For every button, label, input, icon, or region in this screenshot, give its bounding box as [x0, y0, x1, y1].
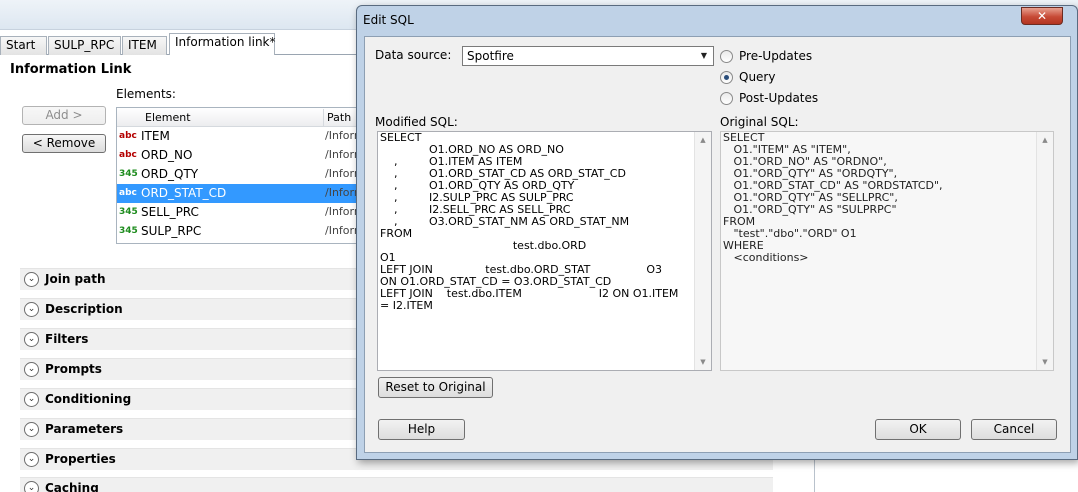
radio-checked-icon[interactable]: [720, 71, 733, 84]
chevron-down-icon[interactable]: ⌄: [24, 272, 39, 287]
element-column-header[interactable]: Element: [145, 111, 191, 124]
original-sql-text: SELECT O1."ITEM" AS "ITEM", O1."ORD_NO" …: [723, 131, 943, 264]
chevron-down-icon[interactable]: ⌄: [24, 452, 39, 467]
list-item[interactable]: abc ORD_NO /Inform: [117, 146, 365, 165]
section-label: Properties: [45, 452, 116, 466]
section-label: Conditioning: [45, 392, 132, 406]
section-label: Prompts: [45, 362, 102, 376]
element-name: ITEM: [141, 129, 170, 143]
radio-label: Pre-Updates: [739, 49, 813, 63]
elements-label: Elements:: [116, 87, 176, 101]
modified-sql-text[interactable]: SELECT O1.ORD_NO AS ORD_NO , O1.ITEM AS …: [380, 132, 678, 312]
section-caching[interactable]: ⌄ Caching: [20, 477, 773, 492]
section-label: Description: [45, 302, 123, 316]
list-item-selected[interactable]: abc ORD_STAT_CD /Inform: [117, 184, 365, 203]
radio-post-updates[interactable]: Post-Updates: [720, 91, 920, 107]
scrollbar[interactable]: ▲ ▼: [1036, 132, 1053, 370]
string-type-icon: abc: [119, 188, 137, 198]
modified-sql-label: Modified SQL:: [375, 115, 458, 129]
reset-to-original-button[interactable]: Reset to Original: [378, 377, 493, 398]
scroll-up-icon[interactable]: ▲: [1037, 133, 1053, 147]
element-name: SULP_RPC: [141, 224, 202, 238]
edit-sql-dialog: Edit SQL ✕ Data source: Spotfire ▼ Pre-U…: [356, 5, 1078, 460]
tab-item[interactable]: ITEM: [122, 36, 167, 55]
section-label: Join path: [45, 272, 106, 286]
element-name: SELL_PRC: [141, 205, 199, 219]
chevron-down-icon[interactable]: ⌄: [24, 302, 39, 317]
scroll-down-icon[interactable]: ▼: [695, 355, 711, 369]
tab-information-link[interactable]: Information link*: [169, 33, 276, 55]
radio-pre-updates[interactable]: Pre-Updates: [720, 49, 920, 65]
scrollbar[interactable]: ▲ ▼: [694, 132, 711, 370]
chevron-down-icon[interactable]: ⌄: [24, 362, 39, 377]
list-item[interactable]: 345 SELL_PRC /Inform: [117, 203, 365, 222]
original-sql-label: Original SQL:: [720, 115, 799, 129]
page-title: Information Link: [10, 62, 132, 77]
ok-button[interactable]: OK: [875, 419, 961, 440]
path-column-header[interactable]: Path: [327, 111, 351, 124]
radio-circle-icon[interactable]: [720, 92, 733, 105]
tab-start[interactable]: Start: [0, 36, 47, 55]
list-item[interactable]: 345 SULP_RPC /Inform: [117, 222, 365, 241]
section-label: Filters: [45, 332, 89, 346]
chevron-down-icon[interactable]: ⌄: [24, 392, 39, 407]
remove-button[interactable]: < Remove: [22, 134, 106, 153]
string-type-icon: abc: [119, 150, 137, 160]
radio-label: Post-Updates: [739, 91, 819, 105]
numeric-type-icon: 345: [119, 226, 138, 236]
section-label: Caching: [45, 481, 99, 492]
list-item[interactable]: 345 ORD_QTY /Inform: [117, 165, 365, 184]
elements-list[interactable]: Element Path abc ITEM /Inform abc ORD_NO…: [116, 107, 366, 244]
chevron-down-icon[interactable]: ⌄: [24, 422, 39, 437]
modified-sql-textarea[interactable]: SELECT O1.ORD_NO AS ORD_NO , O1.ITEM AS …: [377, 131, 712, 371]
section-label: Parameters: [45, 422, 124, 436]
element-name: ORD_NO: [141, 148, 193, 162]
chevron-down-icon[interactable]: ▼: [697, 48, 711, 64]
dialog-title: Edit SQL: [363, 13, 414, 27]
numeric-type-icon: 345: [119, 207, 138, 217]
element-name: ORD_QTY: [141, 167, 199, 181]
scroll-down-icon[interactable]: ▼: [1037, 355, 1053, 369]
element-name: ORD_STAT_CD: [141, 186, 227, 200]
radio-query[interactable]: Query: [720, 70, 920, 86]
radio-label: Query: [739, 70, 776, 84]
original-sql-textarea[interactable]: SELECT O1."ITEM" AS "ITEM", O1."ORD_NO" …: [720, 131, 1054, 371]
list-item[interactable]: abc ITEM /Inform: [117, 127, 365, 146]
help-button[interactable]: Help: [378, 419, 465, 440]
elements-list-header: Element Path: [117, 108, 365, 127]
scroll-up-icon[interactable]: ▲: [695, 133, 711, 147]
screen: Start SULP_RPC ITEM Information link* In…: [0, 0, 1078, 492]
chevron-down-icon[interactable]: ⌄: [24, 481, 39, 492]
dialog-body: Data source: Spotfire ▼ Pre-Updates Quer…: [364, 36, 1071, 453]
data-source-select[interactable]: Spotfire ▼: [462, 46, 714, 66]
data-source-value: Spotfire: [467, 49, 514, 63]
numeric-type-icon: 345: [119, 169, 138, 179]
chevron-down-icon[interactable]: ⌄: [24, 332, 39, 347]
data-source-label: Data source:: [375, 48, 452, 62]
add-button[interactable]: Add >: [22, 106, 106, 125]
close-icon[interactable]: ✕: [1021, 7, 1063, 25]
radio-circle-icon[interactable]: [720, 50, 733, 63]
cancel-button[interactable]: Cancel: [971, 419, 1057, 440]
tab-sulp-rpc[interactable]: SULP_RPC: [48, 36, 121, 55]
string-type-icon: abc: [119, 131, 137, 141]
